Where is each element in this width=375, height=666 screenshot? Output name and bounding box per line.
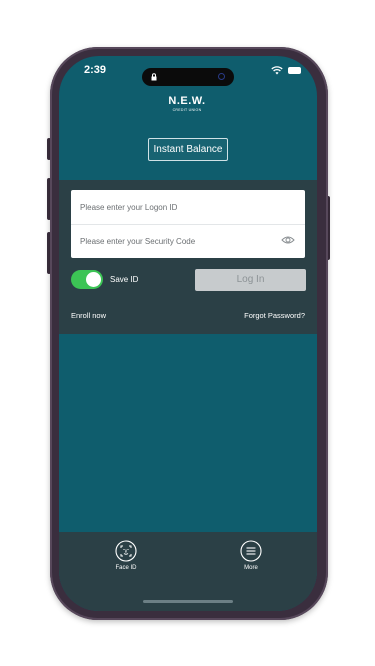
- face-id-icon: [115, 540, 137, 562]
- home-indicator: [143, 600, 233, 603]
- status-bar: 2:39: [59, 56, 317, 86]
- status-time: 2:39: [84, 64, 107, 76]
- logon-id-input[interactable]: [80, 200, 275, 214]
- tab-face-id-label: Face ID: [115, 565, 137, 571]
- enroll-now-link[interactable]: Enroll now: [71, 311, 106, 320]
- tab-more-label: More: [244, 565, 258, 571]
- eye-icon[interactable]: [281, 235, 295, 245]
- dynamic-island: [142, 68, 234, 86]
- page: 2:39 N.E.W. CREDIT UNION Instant Balance: [0, 0, 375, 666]
- lock-icon: [151, 73, 157, 81]
- menu-icon: [240, 540, 262, 562]
- security-code-field[interactable]: [71, 224, 305, 258]
- tab-face-id[interactable]: Face ID: [96, 540, 156, 580]
- tab-more[interactable]: More: [221, 540, 281, 580]
- save-id-toggle-knob: [86, 272, 101, 287]
- save-id-label: Save ID: [110, 275, 139, 284]
- credentials-box: [71, 190, 305, 258]
- login-button[interactable]: Log In: [195, 269, 306, 291]
- battery-icon: [288, 67, 301, 74]
- logo-name: N.E.W.: [168, 95, 206, 107]
- forgot-password-link[interactable]: Forgot Password?: [244, 311, 305, 320]
- wifi-icon: [271, 66, 283, 75]
- logon-id-field[interactable]: [71, 190, 305, 225]
- logo-subtitle: CREDIT UNION: [172, 108, 202, 112]
- instant-balance-button[interactable]: Instant Balance: [148, 138, 228, 161]
- credit-union-logo: N.E.W. CREDIT UNION: [164, 95, 210, 119]
- phone-screen: 2:39 N.E.W. CREDIT UNION Instant Balance: [59, 56, 317, 611]
- security-code-input[interactable]: [80, 234, 275, 248]
- save-id-toggle[interactable]: [71, 270, 103, 289]
- camera-dot-icon: [218, 73, 225, 80]
- login-panel: Save ID Log In Enroll now Forgot Passwor…: [59, 180, 317, 334]
